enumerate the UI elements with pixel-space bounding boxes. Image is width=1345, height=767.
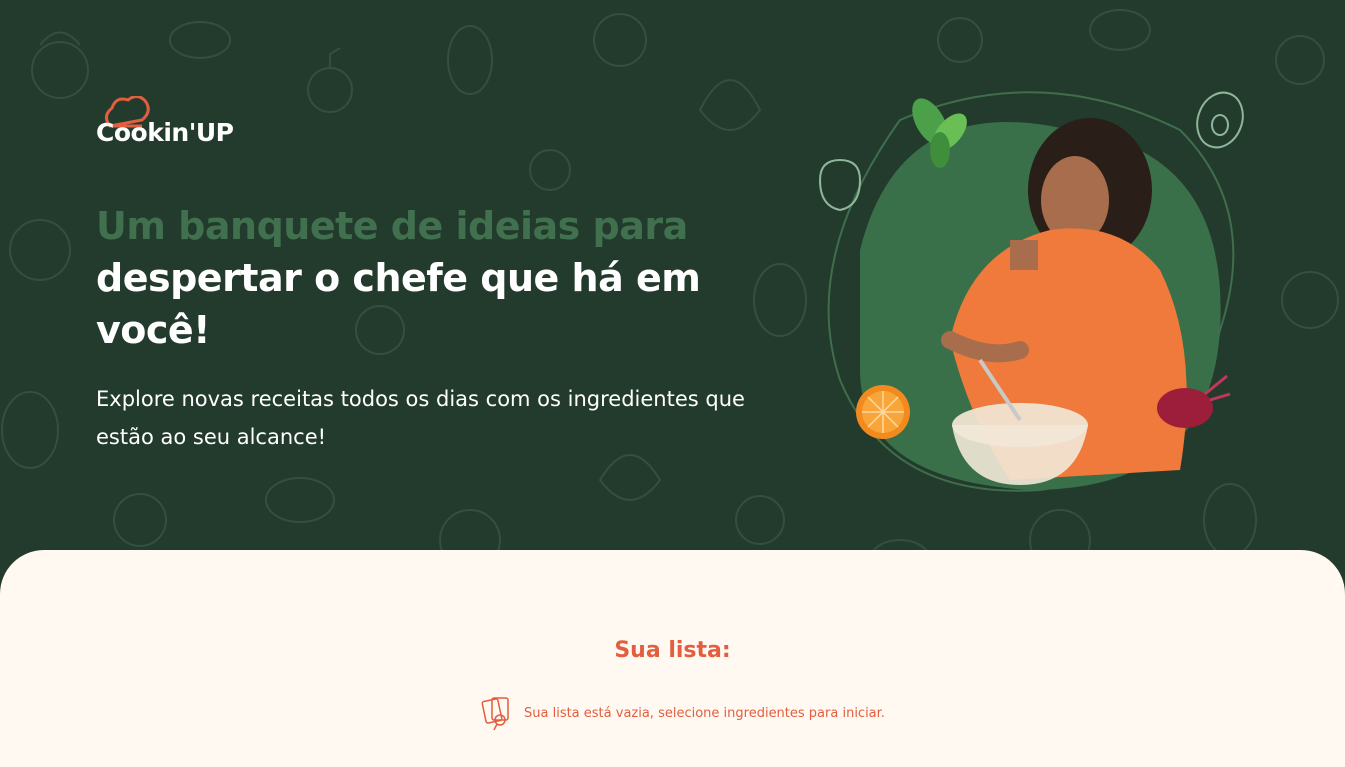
hero-headline: Um banquete de ideias para despertar o c… — [96, 200, 756, 356]
cooking-woman-illustration — [818, 91, 1244, 492]
empty-list-icon — [481, 697, 509, 731]
empty-list-notice: Sua lista está vazia, selecione ingredie… — [480, 694, 885, 732]
logo[interactable]: Cookin'UP — [96, 96, 246, 158]
headline-main: despertar o chefe que há em você! — [96, 256, 701, 352]
hero-section: Cookin'UP Um banquete de ideias para des… — [0, 0, 1345, 600]
headline-accent: Um banquete de ideias para — [96, 204, 688, 248]
orange-slice-icon — [856, 385, 910, 439]
list-title: Sua lista: — [614, 638, 731, 663]
hero-subtitle: Explore novas receitas todos os dias com… — [96, 387, 745, 449]
logo-text: Cookin'UP — [96, 118, 234, 147]
empty-list-message: Sua lista está vazia, selecione ingredie… — [524, 705, 885, 721]
avocado-icon — [1196, 91, 1244, 149]
pepper-icon — [818, 158, 862, 212]
ingredients-list-section: Sua lista: Sua lista está vazia, selecio… — [0, 550, 1345, 767]
